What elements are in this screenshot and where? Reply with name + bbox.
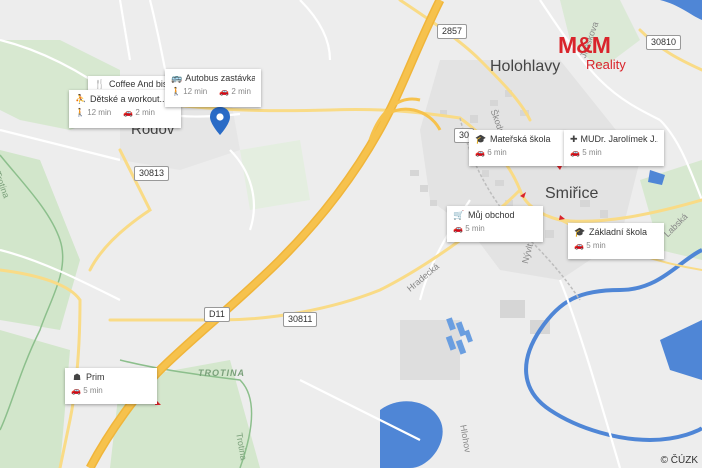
car-time: 🚗 5 min [453, 224, 485, 233]
car-time: 🚗 5 min [71, 386, 103, 395]
poi-card-shop[interactable]: 🛒 Můj obchod 🚗 5 min [447, 206, 543, 242]
car-time: 🚗 2 min [219, 87, 251, 96]
poi-title: Můj obchod [468, 210, 515, 220]
road-shield-d11: D11 [204, 307, 230, 322]
map-attribution: © ČÚZK [660, 455, 698, 466]
poi-card-prim[interactable]: ☗ Prim 🚗 5 min [65, 368, 157, 404]
poi-title: Dětské a workout... [90, 94, 168, 104]
poi-card-elementary-school[interactable]: 🎓 Základní škola 🚗 5 min [568, 223, 664, 259]
location-pin-icon[interactable] [208, 106, 232, 136]
road-shield-30813: 30813 [134, 166, 170, 181]
forest-area [240, 140, 310, 210]
bus-icon: 🚌 [171, 73, 183, 83]
pond [660, 0, 702, 20]
poi-card-kindergarten[interactable]: 🎓 Mateřská škola 🚗 6 min [469, 130, 565, 166]
car-time: 🚗 6 min [475, 148, 507, 157]
poi-card-doctor[interactable]: ✚ MUDr. Jarolímek J... 🚗 5 min [564, 130, 664, 166]
school-icon: 🎓 [475, 134, 487, 144]
forest-area [0, 150, 80, 330]
cutlery-icon: 🍴 [94, 79, 106, 89]
poi-card-bus-stop[interactable]: 🚌 Autobus zastávka 🚶 12 min 🚗 2 min [165, 69, 261, 107]
road-shield-2857: 2857 [437, 24, 468, 39]
cart-icon: 🛒 [453, 210, 465, 220]
car-time: 🚗 2 min [123, 108, 155, 117]
brand-logo-mark: M&M [558, 32, 611, 58]
walk-time: 🚶 12 min [75, 108, 112, 117]
river-label-trotina: TROTINA [198, 368, 245, 378]
car-time: 🚗 5 min [574, 241, 606, 250]
school-icon: 🎓 [574, 227, 586, 237]
network-icon: ☗ [72, 372, 82, 382]
poi-title: Prim [86, 372, 105, 382]
poi-title: Autobus zastávka [185, 73, 255, 83]
brand-logo-sub: Reality [586, 57, 626, 72]
walk-time: 🚶 12 min [171, 87, 208, 96]
playground-icon: ⛹ [75, 94, 87, 104]
brand-logo: M&M Reality [558, 32, 626, 73]
lake [660, 320, 702, 380]
road-shield-30811: 30811 [283, 312, 318, 327]
town-label-smirice: Smiřice [545, 185, 599, 202]
road-shield-30810: 30810 [646, 35, 682, 50]
car-time: 🚗 5 min [570, 148, 602, 157]
poi-title: Mateřská škola [490, 134, 551, 144]
medical-icon: ✚ [570, 134, 578, 144]
town-label-holohlavy: Holohlavy [490, 58, 561, 75]
poi-title: MUDr. Jarolímek J... [580, 134, 658, 144]
poi-title: Základní škola [589, 227, 648, 237]
forest-area [0, 330, 70, 468]
